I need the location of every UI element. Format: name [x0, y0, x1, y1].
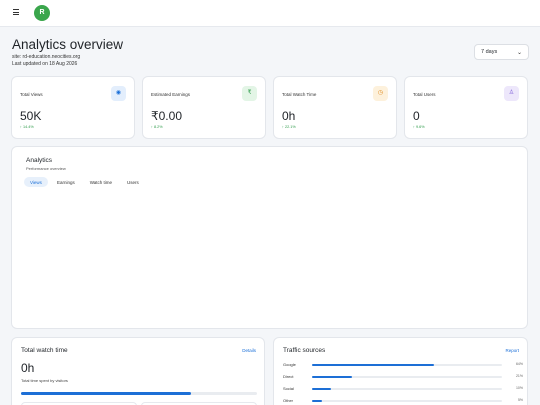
hamburger-menu-icon[interactable]: [13, 9, 21, 17]
traffic-source-bar: [312, 387, 502, 390]
analytics-tabs: Views Earnings Watch time Users: [24, 177, 145, 187]
stat-change: ↑ 9.6%: [413, 125, 425, 129]
tab-watch-time[interactable]: Watch time: [84, 177, 118, 187]
report-link[interactable]: Report: [505, 348, 519, 353]
user-icon: ♙: [504, 86, 519, 101]
analytics-subtitle: Performance overview: [26, 166, 66, 171]
stat-label: Total Views: [20, 92, 43, 97]
stat-change: ↑ 22.1%: [282, 125, 296, 129]
traffic-source-percent: 64%: [515, 362, 523, 366]
traffic-source-percent: 21%: [515, 374, 523, 378]
analytics-title: Analytics: [26, 157, 53, 164]
traffic-source-row: Other 5%: [283, 398, 523, 404]
stat-value: 50K: [20, 109, 42, 123]
clock-icon: ◷: [373, 86, 388, 101]
stat-card-earnings: Estimated Earnings ₹ ₹0.00 ↑ 8.2%: [142, 76, 266, 139]
stat-change: ↑ 14.4%: [20, 125, 34, 129]
watch-time-progress-fill: [21, 392, 191, 395]
stat-label: Total Watch Time: [282, 92, 317, 97]
traffic-source-percent: 5%: [517, 398, 523, 402]
traffic-source-bar-fill: [312, 399, 322, 402]
traffic-source-bar-fill: [312, 363, 434, 366]
page-title: Analytics overview: [12, 37, 124, 52]
watch-time-description: Total time spent by visitors: [21, 378, 68, 383]
traffic-sources-title: Traffic sources: [283, 347, 326, 354]
stat-value: 0h: [282, 109, 296, 123]
traffic-source-bar: [312, 375, 502, 378]
date-range-select[interactable]: 7 days ⌄: [474, 44, 529, 60]
traffic-sources-card: Traffic sources Report Google 64% Direct…: [273, 337, 528, 405]
watch-time-card: Total watch time Details 0h Total time s…: [11, 337, 265, 405]
traffic-source-name: Social: [283, 386, 294, 391]
tab-earnings[interactable]: Earnings: [51, 177, 81, 187]
traffic-source-row: Social 10%: [283, 386, 523, 392]
avatar[interactable]: R: [34, 5, 50, 21]
traffic-source-row: Google 64%: [283, 362, 523, 368]
tab-users[interactable]: Users: [121, 177, 145, 187]
date-range-value: 7 days: [481, 49, 498, 55]
traffic-source-row: Direct 21%: [283, 374, 523, 380]
traffic-source-name: Direct: [283, 374, 294, 379]
watch-time-title: Total watch time: [21, 347, 68, 354]
traffic-source-name: Google: [283, 362, 296, 367]
stat-label: Total Users: [413, 92, 436, 97]
details-link[interactable]: Details: [242, 348, 256, 353]
rupee-icon: ₹: [242, 86, 257, 101]
watch-time-progress: [21, 392, 257, 395]
traffic-source-bar: [312, 363, 502, 366]
traffic-source-bar-fill: [312, 387, 331, 390]
stat-label: Estimated Earnings: [151, 92, 191, 97]
stat-change: ↑ 8.2%: [151, 125, 163, 129]
stat-value: ₹0.00: [151, 109, 182, 123]
eye-icon: ◉: [111, 86, 126, 101]
last-updated: Last updated on 18 Aug 2026: [12, 61, 78, 67]
stat-value: 0: [413, 109, 420, 123]
traffic-source-bar: [312, 399, 502, 402]
stat-card-users: Total Users ♙ 0 ↑ 9.6%: [404, 76, 528, 139]
traffic-source-percent: 10%: [515, 386, 523, 390]
site-url: site: rd-education.neocities.org: [12, 54, 81, 60]
top-bar: R: [0, 0, 540, 27]
stat-card-views: Total Views ◉ 50K ↑ 14.4%: [11, 76, 135, 139]
watch-time-value: 0h: [21, 361, 35, 375]
stat-card-watch-time: Total Watch Time ◷ 0h ↑ 22.1%: [273, 76, 397, 139]
tab-views[interactable]: Views: [24, 177, 48, 187]
analytics-panel: Analytics Performance overview Views Ear…: [11, 146, 528, 329]
chevron-down-icon: ⌄: [516, 49, 522, 56]
traffic-source-name: Other: [283, 398, 294, 403]
traffic-source-bar-fill: [312, 375, 352, 378]
